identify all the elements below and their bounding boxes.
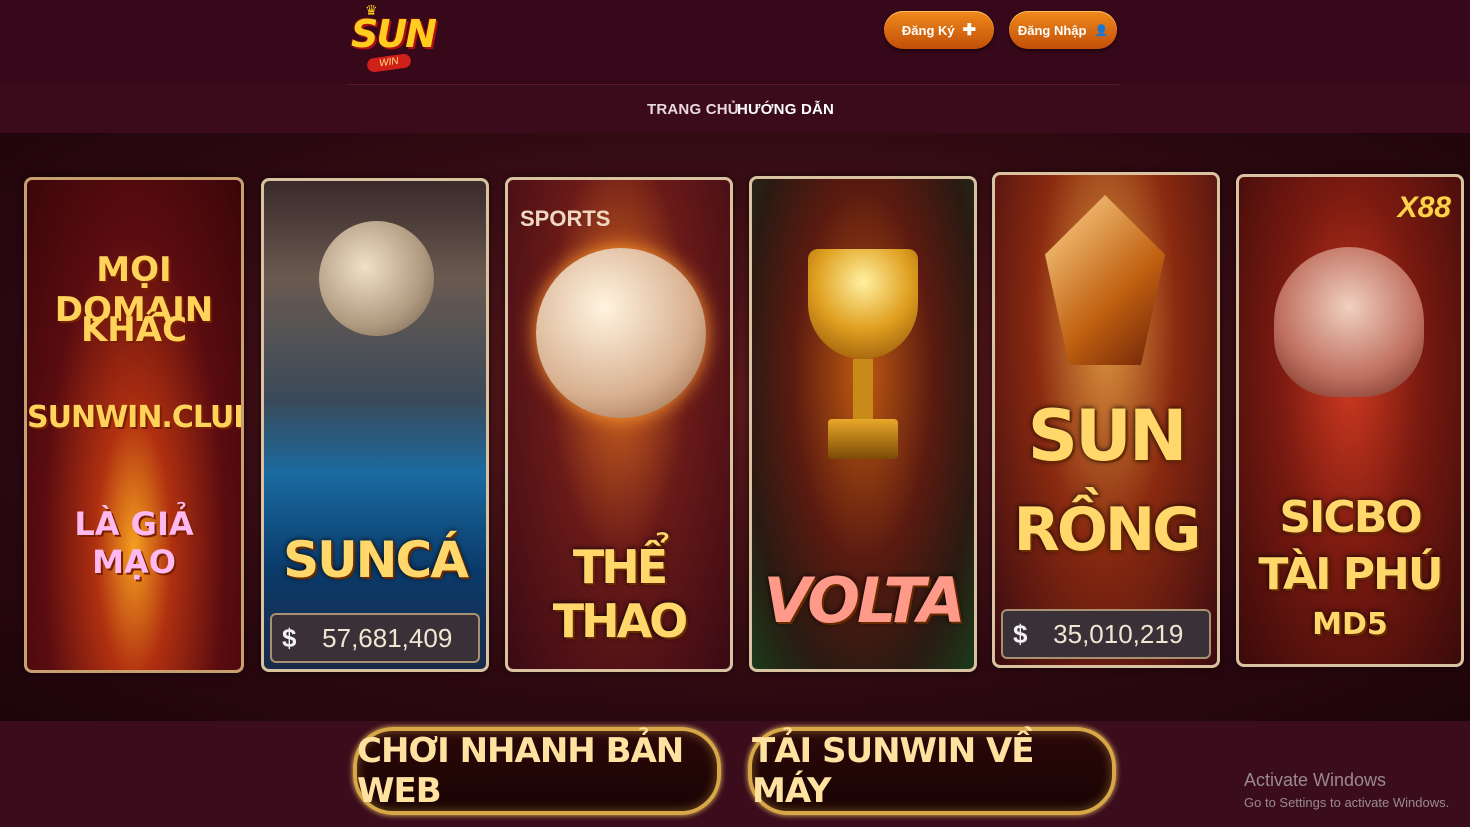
game-card-the-thao[interactable]: SPORTS THỂ THAO [505, 177, 733, 672]
login-button[interactable]: Đăng Nhập 👤 [1009, 11, 1117, 49]
dollar-icon: $ [282, 622, 297, 653]
watermark-title: Activate Windows [1244, 770, 1387, 790]
watermark-subtitle: Go to Settings to activate Windows. [1244, 795, 1450, 810]
game-title-md5: MD5 [1312, 607, 1388, 642]
game-title-volta: VOLTA [763, 564, 965, 637]
game-card-sun-ca[interactable]: SUNCÁ $ 57,681,409 [261, 178, 489, 672]
gem-image [1045, 195, 1165, 365]
register-button[interactable]: Đăng Ký ✚ [884, 11, 994, 49]
logo-text: SUN [351, 12, 437, 56]
warning-line-2: KHÁC [80, 310, 188, 350]
game-card-volta[interactable]: VOLTA [749, 176, 977, 672]
jackpot-amount: 35,010,219 [1053, 618, 1184, 649]
game-title-sicbo: SICBO [1279, 492, 1422, 543]
game-title-sun-ca: SUNCÁ [283, 531, 469, 589]
nav-item-guide[interactable]: HƯỚNG DẪN [737, 101, 834, 118]
game-title-tai-phu: TÀI PHÚ [1258, 549, 1443, 600]
sports-badge: SPORTS [520, 206, 611, 231]
warning-line-3: SUNWIN.CLUB [27, 400, 244, 435]
jackpot-display: $ 57,681,409 [270, 613, 480, 663]
user-icon: 👤 [1094, 24, 1109, 37]
login-label: Đăng Nhập [1017, 22, 1087, 38]
register-label: Đăng Ký [901, 22, 955, 38]
dollar-icon: $ [1013, 618, 1028, 649]
jackpot-display: $ 35,010,219 [1001, 609, 1211, 659]
jackpot-amount: 57,681,409 [322, 622, 453, 653]
play-web-button[interactable]: CHƠI NHANH BẢN WEB [353, 727, 721, 815]
game-title-rong: RỒNG [1013, 495, 1202, 565]
download-app-button[interactable]: TẢI SUNWIN VỀ MÁY [748, 727, 1116, 815]
warning-line-4: LÀ GIẢ MẠO [74, 505, 194, 581]
game-card-sicbo[interactable]: X88 SICBO TÀI PHÚ MD5 [1236, 174, 1464, 667]
logo-subtext: WIN [366, 53, 412, 73]
nav-item-home[interactable]: TRANG CHỦ [647, 101, 739, 118]
trophy-image [808, 249, 918, 479]
game-card-warning[interactable]: MỌI DOMAIN KHÁC SUNWIN.CLUB LÀ GIẢ MẠO [24, 177, 244, 673]
x88-badge: X88 [1397, 191, 1451, 224]
game-title-sun: SUN [1027, 395, 1188, 477]
toad-image [1274, 247, 1424, 397]
game-card-sun-rong[interactable]: SUN RỒNG $ 35,010,219 [992, 172, 1220, 668]
top-header [0, 0, 1470, 84]
windows-activation-watermark: Activate Windows Go to Settings to activ… [1244, 770, 1449, 810]
sunwin-logo[interactable]: ♛ SUN WIN [345, 0, 437, 84]
plus-icon: ✚ [962, 22, 977, 39]
moon-image [319, 221, 434, 336]
soccer-ball-image [536, 248, 706, 418]
game-title-the-thao: THỂ THAO [552, 540, 689, 648]
